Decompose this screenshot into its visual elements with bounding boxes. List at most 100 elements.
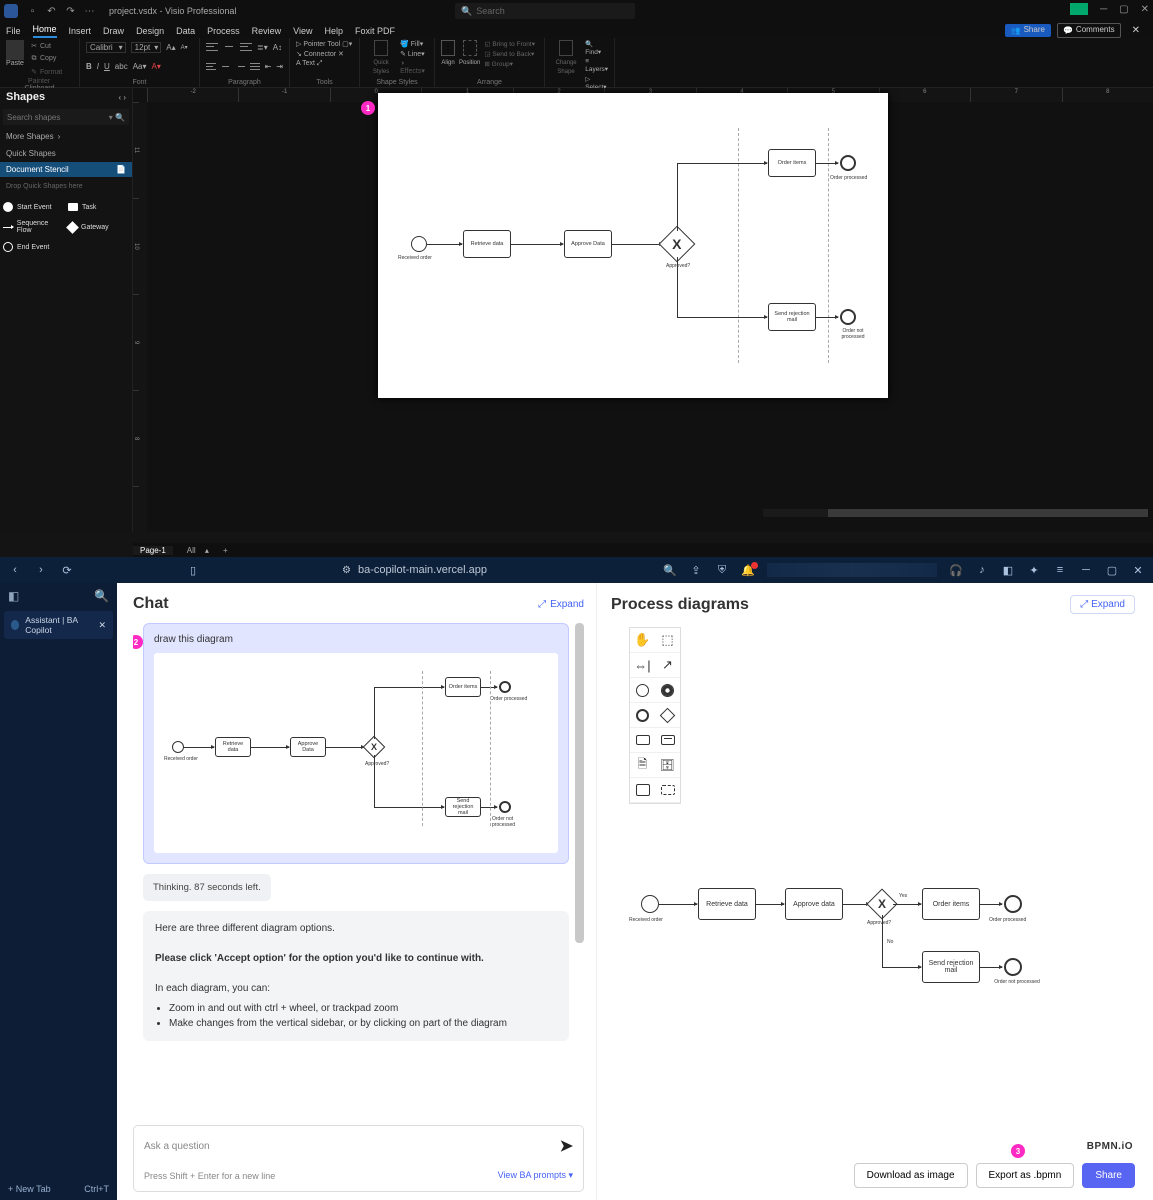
bpmn-flow[interactable] (427, 244, 462, 245)
bpmn-flow[interactable] (612, 244, 662, 245)
bpmn-start[interactable] (641, 895, 659, 913)
connector-tool-button[interactable]: ↘ Connector ✕ (296, 50, 353, 58)
bpmn-task-retrieve[interactable]: Retrieve data (698, 888, 756, 920)
bpmn-flow[interactable] (893, 904, 921, 905)
bpmn-flow[interactable] (677, 257, 678, 317)
nav-fwd-icon[interactable]: › (34, 564, 48, 576)
quick-shapes-link[interactable]: Quick Shapes (0, 145, 132, 162)
bullets-button[interactable]: ≣▾ (257, 43, 268, 52)
share-page-icon[interactable]: ⇪ (689, 564, 703, 577)
visio-canvas[interactable]: -2-1012345678 1110987 1 Received order R… (133, 88, 1153, 532)
bpmn-task-approve[interactable]: Approve data (785, 888, 843, 920)
bpmn-flow[interactable] (882, 967, 921, 968)
chat-expand-button[interactable]: ⤢ Expand (538, 599, 584, 610)
orientation-button[interactable]: A↕ (273, 43, 282, 52)
download-image-button[interactable]: Download as image (854, 1163, 968, 1188)
reader-icon[interactable]: ▯ (186, 564, 200, 577)
collapse-ribbon-icon[interactable]: ✕ (1127, 25, 1145, 36)
scrollbar-thumb[interactable] (828, 509, 1148, 517)
align-button[interactable]: Align (441, 40, 455, 68)
close-icon[interactable]: ✕ (1141, 4, 1149, 15)
bpmn-task-retrieve[interactable]: Retrieve data (463, 230, 511, 258)
attached-image[interactable]: Received order Retrieve data Approve Dat… (154, 653, 558, 853)
chat-scroll-thumb[interactable] (575, 623, 584, 943)
shield-icon[interactable]: ⛨ (715, 564, 729, 577)
bpmn-flow[interactable] (843, 904, 869, 905)
process-expand-button[interactable]: ⤢ Expand (1070, 595, 1135, 614)
share-button[interactable]: 👥 Share (1005, 24, 1051, 37)
font-size-select[interactable]: 12pt▾ (131, 42, 162, 53)
shape-gateway[interactable]: Gateway (68, 220, 129, 234)
export-bpmn-button[interactable]: Export as .bpmn (976, 1163, 1075, 1188)
maximize-icon[interactable]: ▢ (1119, 4, 1128, 15)
bpmn-canvas[interactable]: Received order Retrieve data Approve dat… (611, 622, 1135, 1188)
align-justify-button[interactable] (250, 62, 260, 72)
italic-button[interactable]: I (97, 62, 99, 71)
sidebar-toggle-icon[interactable]: ◧ (8, 589, 19, 603)
shapes-search-input[interactable]: Search shapes▾ 🔍 (3, 109, 129, 125)
align-bot-button[interactable] (240, 42, 252, 52)
tab-close-icon[interactable]: ✕ (98, 620, 106, 631)
tab-process[interactable]: Process (207, 26, 240, 38)
chat-input-box[interactable]: Ask a question ➤ Press Shift + Enter for… (133, 1125, 584, 1192)
tab-design[interactable]: Design (136, 26, 164, 38)
horizontal-scrollbar[interactable] (763, 509, 1135, 517)
change-shape-button[interactable]: Change Shape (551, 40, 581, 91)
nav-back-icon[interactable]: ‹ (8, 564, 22, 576)
position-button[interactable]: Position (459, 40, 480, 68)
shape-task[interactable]: Task (68, 202, 129, 212)
tab-data[interactable]: Data (176, 26, 195, 38)
pointer-tool-button[interactable]: ▷ Pointer Tool ▢▾ (296, 40, 353, 48)
copy-button[interactable]: ⧉Copy (28, 53, 73, 65)
bpmn-task-reject[interactable]: Send rejection mail (922, 951, 980, 983)
bpmn-task-reject[interactable]: Send rejection mail (768, 303, 816, 331)
search-page-icon[interactable]: 🔍 (663, 564, 677, 577)
tab-foxit[interactable]: Foxit PDF (355, 26, 395, 38)
group-button[interactable]: ⊞ Group▾ (484, 60, 535, 68)
cut-button[interactable]: ✂Cut (28, 40, 73, 52)
tab-home[interactable]: Home (33, 24, 57, 38)
undo-icon[interactable]: ↶ (45, 5, 58, 18)
tab-draw[interactable]: Draw (103, 26, 124, 38)
shapes-nav[interactable]: ‹ › (118, 93, 126, 102)
view-prompts-link[interactable]: View BA prompts ▾ (498, 1170, 573, 1181)
chat-messages[interactable]: 2 draw this diagram Received order Retri… (133, 623, 584, 1115)
outdent-button[interactable]: ⇤ (265, 62, 272, 71)
add-page-button[interactable]: + (216, 546, 235, 555)
effects-button[interactable]: ◑ Effects▾ (400, 60, 428, 75)
send-to-back-button[interactable]: ◲ Send to Back▾ (484, 50, 535, 58)
win-close-icon[interactable]: ✕ (1131, 564, 1145, 577)
tab-view[interactable]: View (293, 26, 312, 38)
shape-end-event[interactable]: End Event (3, 242, 64, 252)
bpmn-flow[interactable] (980, 904, 1002, 905)
comments-button[interactable]: 💬 Comments (1057, 23, 1121, 38)
align-left-button[interactable] (206, 62, 216, 72)
case-button[interactable]: Aa▾ (133, 62, 147, 71)
bold-button[interactable]: B (86, 62, 92, 71)
tab-review[interactable]: Review (252, 26, 282, 38)
fill-button[interactable]: 🪣 Fill▾ (400, 40, 428, 48)
bpmn-start-event[interactable] (411, 236, 427, 252)
bpmn-flow[interactable] (816, 163, 838, 164)
text-tool-button[interactable]: A Text ⤢ (296, 60, 353, 68)
notification-bell-icon[interactable]: 🔔 (741, 564, 755, 577)
bpmn-flow[interactable] (677, 163, 678, 231)
headphones-icon[interactable]: 🎧 (949, 564, 963, 577)
send-icon[interactable]: ➤ (560, 1136, 573, 1156)
sidepanel-icon[interactable]: ◧ (1001, 564, 1015, 577)
sparkle-icon[interactable]: ✦ (1027, 564, 1041, 577)
shape-start-event[interactable]: Start Event (3, 202, 64, 212)
user-avatar-icon[interactable] (1070, 3, 1088, 15)
page-tab-1[interactable]: Page-1 (133, 546, 173, 555)
tune-icon[interactable]: ⚙ (342, 565, 351, 576)
bpmn-task-order[interactable]: Order items (768, 149, 816, 177)
menu-icon[interactable]: ≡ (1053, 564, 1067, 576)
align-top-button[interactable] (206, 42, 218, 52)
bpmn-flow[interactable] (677, 163, 767, 164)
layers-button[interactable]: ≡ Layers▾ (585, 58, 608, 73)
share-diagram-button[interactable]: Share (1082, 1163, 1135, 1188)
align-right-button[interactable] (235, 62, 245, 72)
align-mid-button[interactable] (223, 42, 235, 52)
bring-to-front-button[interactable]: ◱ Bring to Front▾ (484, 40, 535, 48)
format-painter-button[interactable]: ✎Format Painter (28, 66, 73, 85)
